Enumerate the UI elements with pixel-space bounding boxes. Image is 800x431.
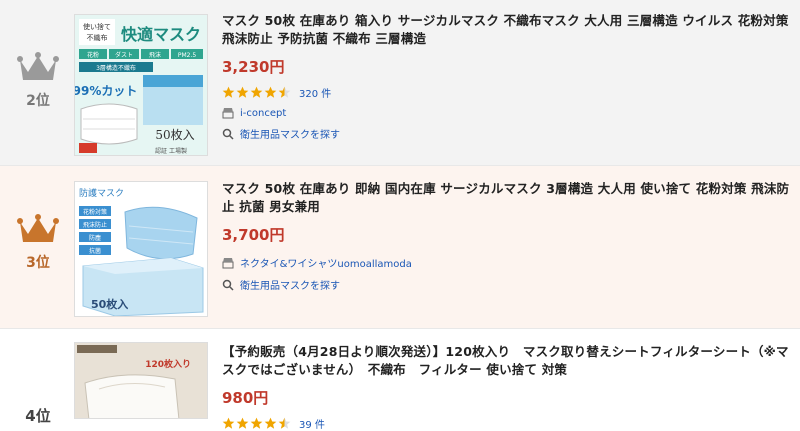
product-title-link[interactable]: マスク 50枚 在庫あり 即納 国内在庫 サージカルマスク 3層構造 大人用 使…: [222, 180, 794, 216]
svg-text:快適マスク: 快適マスク: [121, 25, 201, 44]
shop-name: ネクタイ&ワイシャツuomoallamoda: [240, 259, 412, 270]
product-price: 3,230円: [222, 58, 285, 76]
rank-badge: 4位: [0, 399, 76, 426]
half-star-icon: [278, 86, 291, 98]
svg-text:防護マスク: 防護マスク: [79, 187, 124, 199]
svg-text:使い捨て: 使い捨て: [83, 22, 111, 31]
half-star-icon: [278, 417, 291, 429]
svg-text:99%カット: 99%カット: [75, 84, 137, 98]
svg-text:飛沫防止: 飛沫防止: [83, 221, 107, 229]
product-title-link[interactable]: マスク 50枚 在庫あり 箱入り サージカルマスク 不織布マスク 大人用 三層構…: [222, 12, 794, 48]
product-price: 3,700円: [222, 226, 285, 244]
silver-crown-icon: [17, 52, 59, 80]
star-icon: [250, 417, 263, 429]
svg-text:不織布: 不織布: [87, 33, 108, 42]
filter-sheet-image: 120枚入り: [75, 343, 207, 418]
star-icon: [250, 86, 263, 98]
shop-icon: [222, 257, 234, 268]
star-icon: [236, 417, 249, 429]
star-icon: [222, 417, 235, 429]
svg-text:認証 工場製: 認証 工場製: [155, 147, 187, 155]
product-price: 980円: [222, 389, 269, 407]
shop-link[interactable]: ネクタイ&ワイシャツuomoallamoda: [222, 255, 794, 270]
svg-text:50枚入: 50枚入: [91, 297, 128, 311]
category-link[interactable]: 衛生用品マスクを探す: [222, 277, 794, 292]
product-info: マスク 50枚 在庫あり 即納 国内在庫 サージカルマスク 3層構造 大人用 使…: [222, 180, 794, 292]
search-icon: [222, 128, 234, 140]
star-rating: [222, 417, 291, 430]
rank-label: 2位: [26, 93, 50, 109]
product-image[interactable]: 防護マスク 花粉対策 飛沫防止 防塵 抗菌 50枚入: [74, 181, 208, 317]
rank-badge: 3位: [0, 212, 76, 272]
rating: 39 件: [222, 415, 794, 431]
bronze-crown-icon: [17, 214, 59, 242]
svg-text:抗菌: 抗菌: [89, 247, 101, 255]
ranking-item: 3位 防護マスク 花粉対策 飛沫防止 防塵 抗菌 50枚入 マスク 50枚 在庫…: [0, 165, 800, 329]
rank-badge: 2位: [0, 50, 76, 110]
svg-text:飛沫: 飛沫: [149, 51, 161, 59]
rank-label: 4位: [25, 407, 51, 425]
svg-text:花粉: 花粉: [87, 51, 99, 59]
review-count-link[interactable]: 320 件: [299, 85, 331, 100]
shop-name: i-concept: [240, 107, 287, 119]
ranking-item: 4位 120枚入り 【予約販売（4月28日より順次発送）】120枚入り マスク取…: [0, 328, 800, 431]
mask-box-image: 使い捨て 不織布 快適マスク 花粉 ダスト 飛沫 PM2.5 3層構造不織布 9…: [75, 15, 207, 155]
svg-text:120枚入り: 120枚入り: [145, 358, 191, 370]
product-title-link[interactable]: 【予約販売（4月28日より順次発送）】120枚入り マスク取り替えシートフィルタ…: [222, 343, 794, 379]
category-link[interactable]: 衛生用品マスクを探す: [222, 126, 794, 141]
svg-text:防塵: 防塵: [89, 234, 101, 242]
product-info: マスク 50枚 在庫あり 箱入り サージカルマスク 不織布マスク 大人用 三層構…: [222, 12, 794, 141]
ranking-item: 2位 使い捨て 不織布 快適マスク 花粉 ダスト 飛沫 PM2.5 3層構造不織…: [0, 0, 800, 165]
star-icon: [264, 417, 277, 429]
category-link-label: 衛生用品マスクを探す: [240, 281, 340, 292]
shop-link[interactable]: i-concept: [222, 107, 794, 119]
product-image[interactable]: 120枚入り: [74, 342, 208, 419]
svg-text:3層構造不織布: 3層構造不織布: [96, 64, 136, 72]
star-rating: [222, 86, 291, 99]
rank-label: 3位: [26, 255, 50, 271]
svg-text:50枚入: 50枚入: [155, 127, 194, 142]
svg-text:PM2.5: PM2.5: [178, 52, 197, 59]
product-image[interactable]: 使い捨て 不織布 快適マスク 花粉 ダスト 飛沫 PM2.5 3層構造不織布 9…: [74, 14, 208, 156]
svg-text:花粉対策: 花粉対策: [83, 208, 107, 216]
category-link-label: 衛生用品マスクを探す: [240, 130, 340, 141]
star-icon: [222, 86, 235, 98]
rating: 320 件: [222, 84, 794, 100]
shop-icon: [222, 108, 234, 119]
star-icon: [264, 86, 277, 98]
star-icon: [236, 86, 249, 98]
mask-box-image: 防護マスク 花粉対策 飛沫防止 防塵 抗菌 50枚入: [75, 182, 207, 316]
search-icon: [222, 279, 234, 291]
svg-text:ダスト: ダスト: [115, 51, 133, 59]
